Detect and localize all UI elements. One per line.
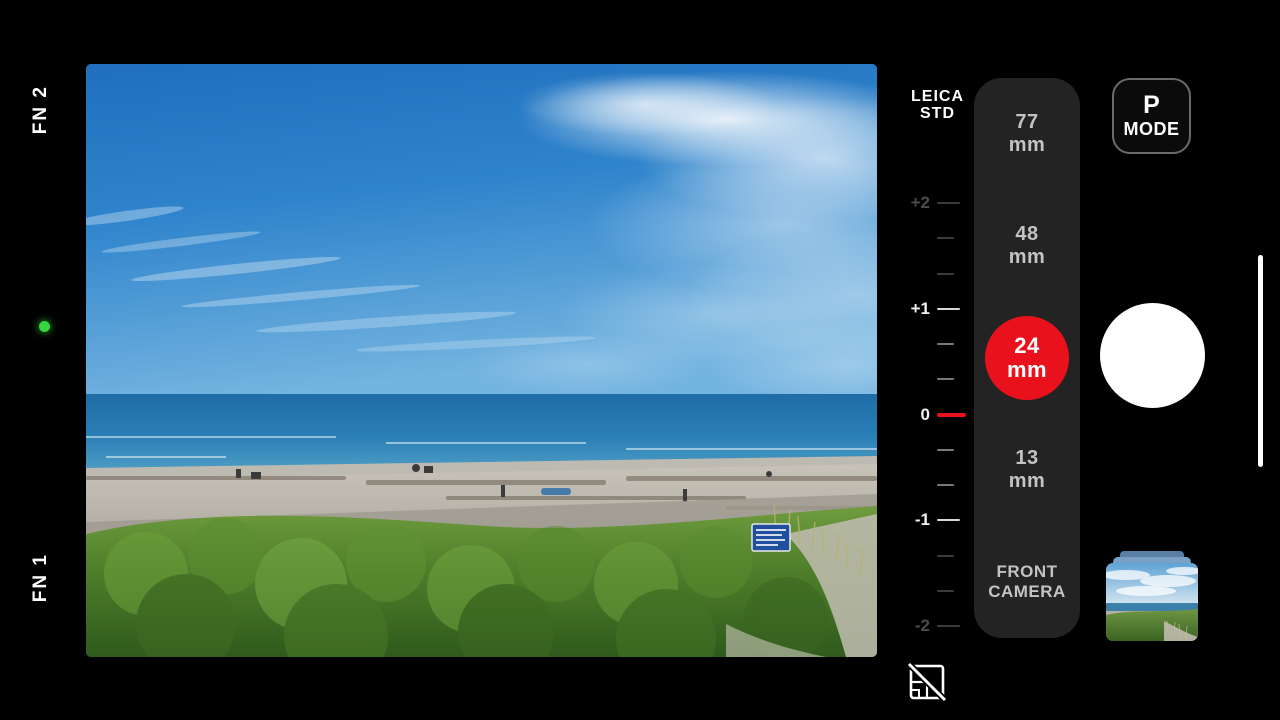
profile-variant: STD xyxy=(920,105,955,122)
lens-option-48mm[interactable]: 48 mm xyxy=(974,190,1080,302)
lens-option-77mm[interactable]: 77 mm xyxy=(974,78,1080,190)
lens-focal-length: 48 xyxy=(1015,223,1039,245)
fn1-button[interactable]: FN 1 xyxy=(30,553,52,602)
exposure-tick-minor xyxy=(937,237,954,240)
exposure-tick-minor xyxy=(937,589,954,592)
exposure-tick-minor xyxy=(937,343,954,345)
exposure-tick-major xyxy=(937,307,960,310)
color-profile-label[interactable]: LEICA STD xyxy=(895,88,980,122)
exposure-tick-minor[interactable] xyxy=(895,231,980,245)
beach-sign xyxy=(751,523,791,552)
camera-app-root: FN 2 FN 1 LEICA STD +2 +1 0 -1 -2 77 mm … xyxy=(0,0,1280,720)
exposure-tick-minor[interactable] xyxy=(895,584,980,598)
exposure-tick-minor xyxy=(937,554,954,557)
lens-focal-unit: mm xyxy=(1008,134,1046,156)
lens-focal-unit: mm xyxy=(1008,246,1046,268)
exposure-tick-minor[interactable] xyxy=(895,478,980,492)
viewfinder-preview[interactable] xyxy=(86,64,877,657)
gallery-thumbnail[interactable] xyxy=(1106,551,1198,641)
exposure-column: LEICA STD +2 +1 0 -1 -2 xyxy=(895,88,980,703)
exposure-mark-label: +2 xyxy=(910,193,930,212)
exposure-mark-0[interactable]: 0 xyxy=(895,404,980,424)
thumbnail-image xyxy=(1106,563,1198,641)
exposure-mark-minus1[interactable]: -1 xyxy=(895,510,980,530)
exposure-tick-minor[interactable] xyxy=(895,443,980,457)
lens-option-24mm[interactable]: 24 mm xyxy=(974,302,1080,414)
exposure-tick-major xyxy=(937,625,960,627)
lens-focal-unit: mm xyxy=(1008,470,1046,492)
exposure-mark-plus1[interactable]: +1 xyxy=(895,298,980,318)
lens-option-front-camera[interactable]: FRONT CAMERA xyxy=(974,526,1080,638)
mode-letter: P xyxy=(1143,91,1160,119)
exposure-tick-minor xyxy=(937,448,954,451)
fn2-button[interactable]: FN 2 xyxy=(30,85,52,134)
exposure-tick-minor[interactable] xyxy=(895,549,980,563)
exposure-mark-label: -1 xyxy=(914,510,930,530)
lens-selected-indicator: 24 mm xyxy=(985,316,1069,400)
exposure-mark-label: -2 xyxy=(914,616,930,635)
exposure-tick-minor[interactable] xyxy=(895,372,980,386)
shooting-mode-button[interactable]: P MODE xyxy=(1112,78,1191,154)
lens-focal-unit: mm xyxy=(1006,357,1048,382)
lens-focal-length: 13 xyxy=(1015,447,1039,469)
home-indicator[interactable] xyxy=(1258,255,1263,467)
grid-off-icon[interactable] xyxy=(905,660,949,704)
exposure-tick-minor[interactable] xyxy=(895,267,980,281)
exposure-tick-minor[interactable] xyxy=(895,337,980,351)
exposure-tick-minor xyxy=(937,484,954,486)
exposure-mark-minus2[interactable]: -2 xyxy=(895,616,980,635)
shutter-button[interactable] xyxy=(1100,303,1205,408)
recording-ready-indicator xyxy=(39,321,50,332)
exposure-tick-minor xyxy=(937,378,954,381)
mode-word: MODE xyxy=(1123,119,1180,139)
exposure-mark-plus2[interactable]: +2 xyxy=(895,193,980,212)
profile-brand: LEICA xyxy=(911,88,964,105)
exposure-tick-major xyxy=(937,202,960,204)
exposure-mark-label: +1 xyxy=(910,298,930,318)
lens-selector-panel[interactable]: 77 mm 48 mm 24 mm 13 mm FRONT CAMERA xyxy=(974,78,1080,638)
front-camera-line1: FRONT xyxy=(996,562,1058,581)
exposure-mark-label: 0 xyxy=(920,404,930,424)
lens-focal-length: 77 xyxy=(1015,111,1039,133)
exposure-tick-major xyxy=(937,519,960,522)
front-camera-line2: CAMERA xyxy=(988,582,1066,601)
exposure-compensation-scale[interactable]: +2 +1 0 -1 -2 xyxy=(895,193,980,635)
exposure-tick-minor xyxy=(937,272,954,275)
beach-scene-image xyxy=(86,64,877,657)
lens-option-13mm[interactable]: 13 mm xyxy=(974,414,1080,526)
lens-focal-length: 24 xyxy=(1014,333,1040,358)
exposure-current-indicator xyxy=(937,412,966,417)
